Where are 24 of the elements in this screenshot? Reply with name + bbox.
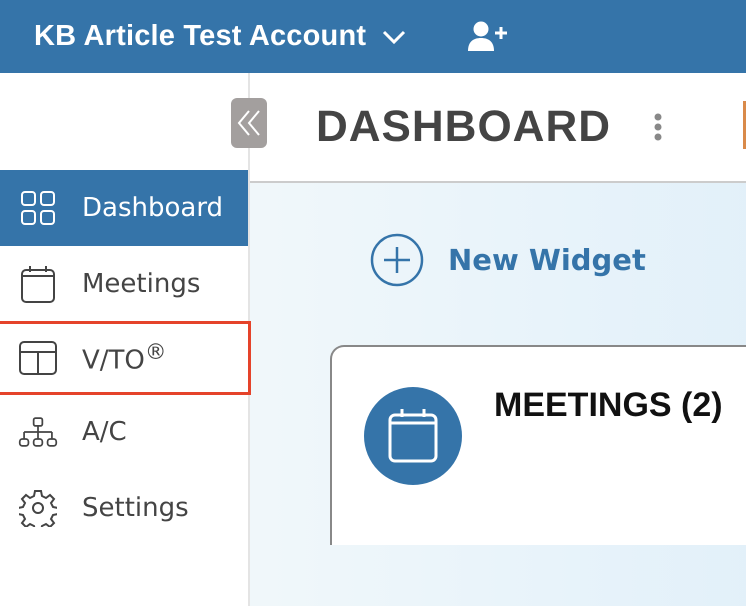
sidebar-label: Settings <box>82 493 189 523</box>
page-title: DASHBOARD <box>316 102 611 152</box>
grid-icon <box>20 190 56 226</box>
calendar-icon <box>20 264 56 304</box>
account-name[interactable]: KB Article Test Account <box>34 20 366 53</box>
sidebar-item[interactable]: A/C <box>0 394 248 470</box>
sidebar-label: Dashboard <box>82 193 224 223</box>
collapse-button[interactable] <box>231 98 267 148</box>
new-widget-button[interactable]: New Widget <box>370 233 646 287</box>
chevron-down-icon[interactable] <box>382 30 406 44</box>
sidebar-label: V/TO$^{®}$ <box>82 340 167 376</box>
widget-title: MEETINGS (2) <box>494 387 724 426</box>
org-chart-icon <box>18 414 58 450</box>
sidebar-item[interactable]: V/TO$^{®}$ <box>8 324 201 392</box>
sidebar-item[interactable]: Dashboard <box>0 170 248 246</box>
settings-icon <box>19 489 57 527</box>
more-options-icon[interactable] <box>653 113 663 141</box>
sidebar-label: A/C <box>82 417 127 447</box>
double-chevron-left-icon <box>237 109 261 137</box>
sidebar-label: Meetings <box>82 269 200 299</box>
sidebar-item[interactable]: Settings <box>0 470 248 546</box>
layout-icon <box>18 340 58 376</box>
plus-circle-icon <box>370 233 424 287</box>
sidebar-item[interactable]: Meetings <box>0 246 248 322</box>
